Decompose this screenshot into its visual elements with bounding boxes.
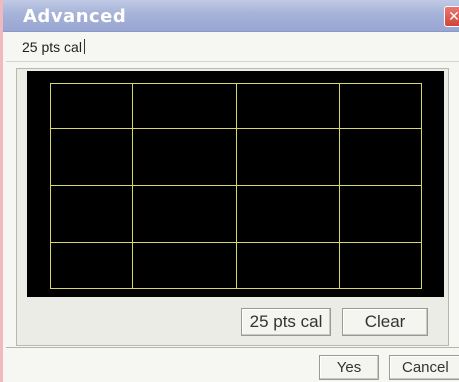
yes-button[interactable]: Yes <box>319 355 379 380</box>
title-bar[interactable]: Advanced <box>3 0 459 32</box>
text-cursor <box>83 39 85 54</box>
advanced-dialog: Advanced ✕ 25 pts cal 25 pts cal Clear Y… <box>0 0 459 382</box>
mode-header: 25 pts cal <box>6 32 459 62</box>
calibration-grid <box>50 83 422 289</box>
mode-label-text: 25 pts cal <box>22 39 82 55</box>
calibration-screen[interactable] <box>27 71 444 297</box>
calibrate-25pts-button[interactable]: 25 pts cal <box>241 308 331 336</box>
close-icon[interactable]: ✕ <box>444 6 459 27</box>
mode-label: 25 pts cal <box>22 39 85 55</box>
grid-lines <box>50 83 422 289</box>
window-title: Advanced <box>23 6 127 27</box>
cancel-button[interactable]: Cancel <box>389 355 459 380</box>
clear-button[interactable]: Clear <box>342 308 428 336</box>
